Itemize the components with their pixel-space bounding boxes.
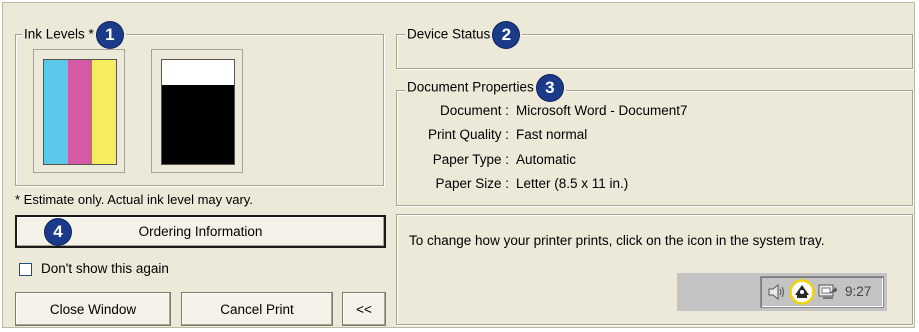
tray-instructions: To change how your printer prints, click… <box>409 233 825 248</box>
callout-badge-2: 2 <box>493 22 520 48</box>
document-properties-group: Document Properties 3 Document : Print Qu… <box>396 75 913 206</box>
document-properties-legend: Document Properties <box>407 79 534 95</box>
paper-size-value: Letter (8.5 x 11 in.) <box>516 176 629 191</box>
callout-badge-1: 1 <box>96 22 123 48</box>
document-value: Microsoft Word - Document7 <box>516 103 688 118</box>
paper-size-label: Paper Size : <box>435 176 509 191</box>
paper-type-label: Paper Type : <box>432 152 509 167</box>
magenta-ink-level <box>68 60 92 164</box>
ordering-information-label: Ordering Information <box>138 224 263 239</box>
system-tray: 9:27 <box>677 273 887 311</box>
black-cartridge <box>151 49 243 173</box>
ink-levels-legend: Ink Levels * <box>24 26 94 42</box>
dont-show-checkbox[interactable] <box>19 263 32 276</box>
ink-levels-group: Ink Levels * 1 <box>15 22 384 186</box>
callout-badge-4: 4 <box>45 219 71 245</box>
cancel-print-button[interactable]: Cancel Print <box>181 292 333 326</box>
yellow-ink-level <box>92 60 116 164</box>
printer-status-window: Ink Levels * 1 * Estimate only. Actual in… <box>2 2 915 328</box>
collapse-button[interactable]: << <box>342 292 386 326</box>
cancel-print-label: Cancel Print <box>220 301 294 317</box>
tray-clock: 9:27 <box>845 284 872 299</box>
dont-show-label: Don't show this again <box>41 261 169 276</box>
print-quality-label: Print Quality : <box>427 127 509 142</box>
network-icon[interactable] <box>817 282 839 302</box>
collapse-label: << <box>356 301 372 317</box>
black-ink-level <box>162 85 234 164</box>
paper-type-value: Automatic <box>516 152 577 167</box>
ink-estimate-note: * Estimate only. Actual ink level may va… <box>15 192 253 207</box>
color-cartridge <box>33 49 125 173</box>
cyan-ink-level <box>44 60 68 164</box>
close-window-label: Close Window <box>49 301 137 317</box>
speaker-icon[interactable] <box>767 283 787 301</box>
device-status-legend: Device Status <box>407 26 491 42</box>
tray-info-panel: To change how your printer prints, click… <box>396 214 913 325</box>
callout-badge-3: 3 <box>536 75 563 101</box>
close-window-button[interactable]: Close Window <box>15 292 171 326</box>
printer-tray-icon[interactable] <box>789 279 815 305</box>
print-quality-value: Fast normal <box>516 127 588 142</box>
document-label: Document : <box>439 103 509 118</box>
device-status-group: Device Status 2 <box>396 22 913 69</box>
